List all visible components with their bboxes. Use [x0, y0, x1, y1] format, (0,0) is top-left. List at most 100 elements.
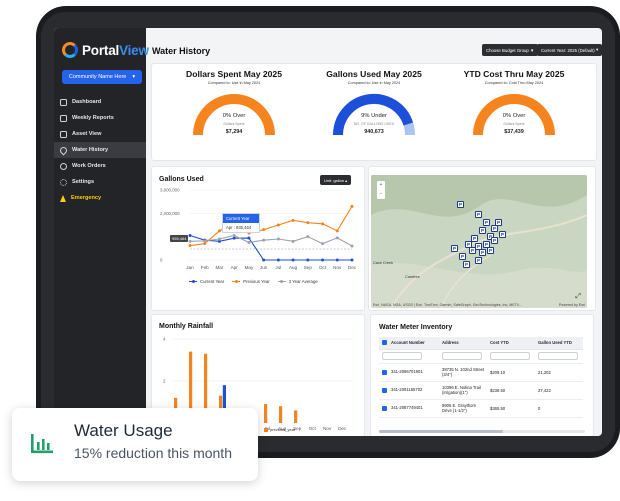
sidebar-item-dashboard[interactable]: Dashboard: [54, 94, 146, 110]
meter-pin-icon[interactable]: P: [491, 237, 498, 244]
kpi-card: Dollars Spent May 2025 Compared to: Use …: [152, 64, 596, 160]
y-tick-label: 2,000,000: [160, 211, 180, 216]
sidebar-item-label: Settings: [72, 179, 95, 185]
table-row[interactable]: 341-2091165702 10396 E. Nolina Trail (Ir…: [379, 381, 583, 400]
meter-map[interactable]: +− PPPPPPPPPPPPPPPPPPPP Cave Creek Caref…: [371, 175, 587, 308]
data-point: [321, 242, 325, 246]
sidebar-item-emergency[interactable]: Emergency: [54, 190, 146, 206]
address-filter-input[interactable]: [442, 352, 482, 360]
legend-current-year[interactable]: Current Year: [189, 279, 224, 284]
community-selector[interactable]: Community Name Here ▾: [62, 70, 142, 84]
chart-legend: Current Year Previous Year 3 Year Averag…: [189, 279, 318, 284]
meter-pin-icon[interactable]: P: [487, 247, 494, 254]
col-gallons[interactable]: Gallon Used YTD: [535, 337, 583, 350]
filter-cell: [535, 349, 583, 364]
meter-pin-icon[interactable]: P: [495, 219, 502, 226]
col-cost[interactable]: Cost YTD: [487, 337, 535, 350]
sidebar-item-water-history[interactable]: Water History: [54, 142, 146, 158]
table-scrollbar[interactable]: [379, 430, 585, 433]
sidebar-item-settings[interactable]: Settings: [54, 174, 146, 190]
data-point: [350, 204, 354, 208]
sidebar-item-weekly-reports[interactable]: Weekly Reports: [54, 110, 146, 126]
x-tick-label: Nov: [333, 265, 342, 270]
table-row[interactable]: 341-2087749401 9906 E. Graythorn Drive (…: [379, 399, 583, 418]
meter-pin-icon[interactable]: P: [499, 231, 506, 238]
x-tick-label: Aug: [289, 265, 298, 270]
x-tick-label: Dec: [348, 265, 357, 270]
row-checkbox[interactable]: [382, 405, 387, 411]
data-point: [262, 258, 266, 262]
scrollbar-thumb[interactable]: [379, 430, 503, 433]
x-tick-label: Nov: [323, 426, 332, 431]
chevron-down-icon: ▾: [132, 74, 136, 80]
sidebar-item-work-orders[interactable]: Work Orders: [54, 158, 146, 174]
sidebar-item-asset-view[interactable]: Asset View: [54, 126, 146, 142]
meter-pin-icon[interactable]: P: [459, 253, 466, 260]
select-all-checkbox[interactable]: [382, 340, 387, 346]
expand-icon[interactable]: ⤢: [575, 293, 581, 301]
meter-pin-icon[interactable]: P: [457, 201, 464, 208]
col-label: Gallon Used YTD: [538, 340, 572, 346]
col-account[interactable]: Account Number: [379, 337, 439, 350]
row-checkbox[interactable]: [382, 387, 387, 393]
cell-cost: $365.50: [487, 399, 535, 418]
data-point: [262, 238, 266, 242]
kpi-gauge: 0% Over Dollars Spent $7,294: [192, 89, 276, 137]
row-checkbox[interactable]: [382, 369, 387, 375]
gauge-text: 0% Over Dollars Spent $7,294: [192, 113, 276, 135]
rain-legend: previous_year: [264, 427, 295, 432]
zoom-out-icon[interactable]: −: [377, 190, 385, 199]
zoom-in-icon[interactable]: +: [377, 181, 385, 190]
sidebar-item-label: Water History: [72, 147, 109, 153]
data-point: [306, 221, 310, 225]
meter-pin-icon[interactable]: P: [475, 257, 482, 264]
legend-3-year-average[interactable]: 3 Year Average: [277, 279, 318, 284]
gallons-filter-input[interactable]: [538, 352, 578, 360]
map-terrain: [371, 175, 587, 308]
filter-icon: ▼: [529, 47, 535, 53]
meter-pin-icon[interactable]: P: [479, 249, 486, 256]
inventory-table: Account Number Address Cost YTD Gallon U…: [379, 337, 583, 418]
cost-filter-input[interactable]: [490, 352, 530, 360]
meter-pin-icon[interactable]: P: [483, 219, 490, 226]
map-zoom-control[interactable]: + −: [377, 181, 385, 199]
meter-pin-icon[interactable]: P: [475, 211, 482, 218]
data-point: [247, 236, 251, 240]
meter-pin-icon[interactable]: P: [471, 235, 478, 242]
meter-pin-icon[interactable]: P: [479, 227, 486, 234]
brand-logo[interactable]: PortalView: [62, 42, 149, 58]
gauge-text: 9% Under NO. OF GALLONS USED 940,673: [332, 113, 416, 135]
map-place-label: Carefree: [405, 275, 420, 279]
table-row[interactable]: 341-2066701901 38735 N. 102nd Street (3/…: [379, 363, 583, 382]
map-powered-by: Powered by Esri: [558, 303, 585, 307]
meter-pin-icon[interactable]: P: [463, 261, 470, 268]
gauge-label: Dollars Spent: [503, 122, 525, 126]
gauge-main: 0% Over: [222, 113, 246, 119]
x-tick-label: Feb: [201, 265, 209, 270]
meter-pin-icon[interactable]: P: [491, 225, 498, 232]
col-label: Address: [442, 340, 459, 346]
brand-name-b: View: [119, 42, 149, 58]
data-point: [203, 239, 207, 243]
bar-previous_year-jul: [264, 404, 268, 423]
meter-pin-icon[interactable]: P: [451, 245, 458, 252]
col-address[interactable]: Address: [439, 337, 487, 350]
account-number: 341-2087749401: [391, 405, 423, 411]
legend-label: Current Year: [200, 279, 225, 284]
gauge-main: 0% Over: [502, 113, 526, 119]
year-select-button[interactable]: Current Year: 2025 (Default) ▾: [537, 44, 602, 56]
budget-group-button[interactable]: Choose Budget Group ▼: [482, 44, 539, 56]
cell-account: 341-2066701901: [379, 363, 439, 382]
gauge-text: 0% Over Dollars Spent $37,439: [472, 113, 556, 135]
callout-title: Water Usage: [74, 421, 173, 440]
data-point: [247, 241, 251, 244]
cell-address: 10396 E. Nolina Trail (Irrigation)(1"): [439, 381, 487, 400]
chart-tooltip: Current Year Apr : 935,464: [222, 213, 260, 233]
meter-pin-icon[interactable]: P: [469, 247, 476, 254]
account-filter-input[interactable]: [382, 352, 422, 360]
x-tick-label: Apr: [231, 265, 239, 270]
data-point: [350, 258, 354, 262]
kpi-title: Dollars Spent May 2025: [185, 69, 282, 79]
logo-icon: [62, 42, 78, 58]
legend-previous-year[interactable]: Previous Year: [232, 279, 270, 284]
